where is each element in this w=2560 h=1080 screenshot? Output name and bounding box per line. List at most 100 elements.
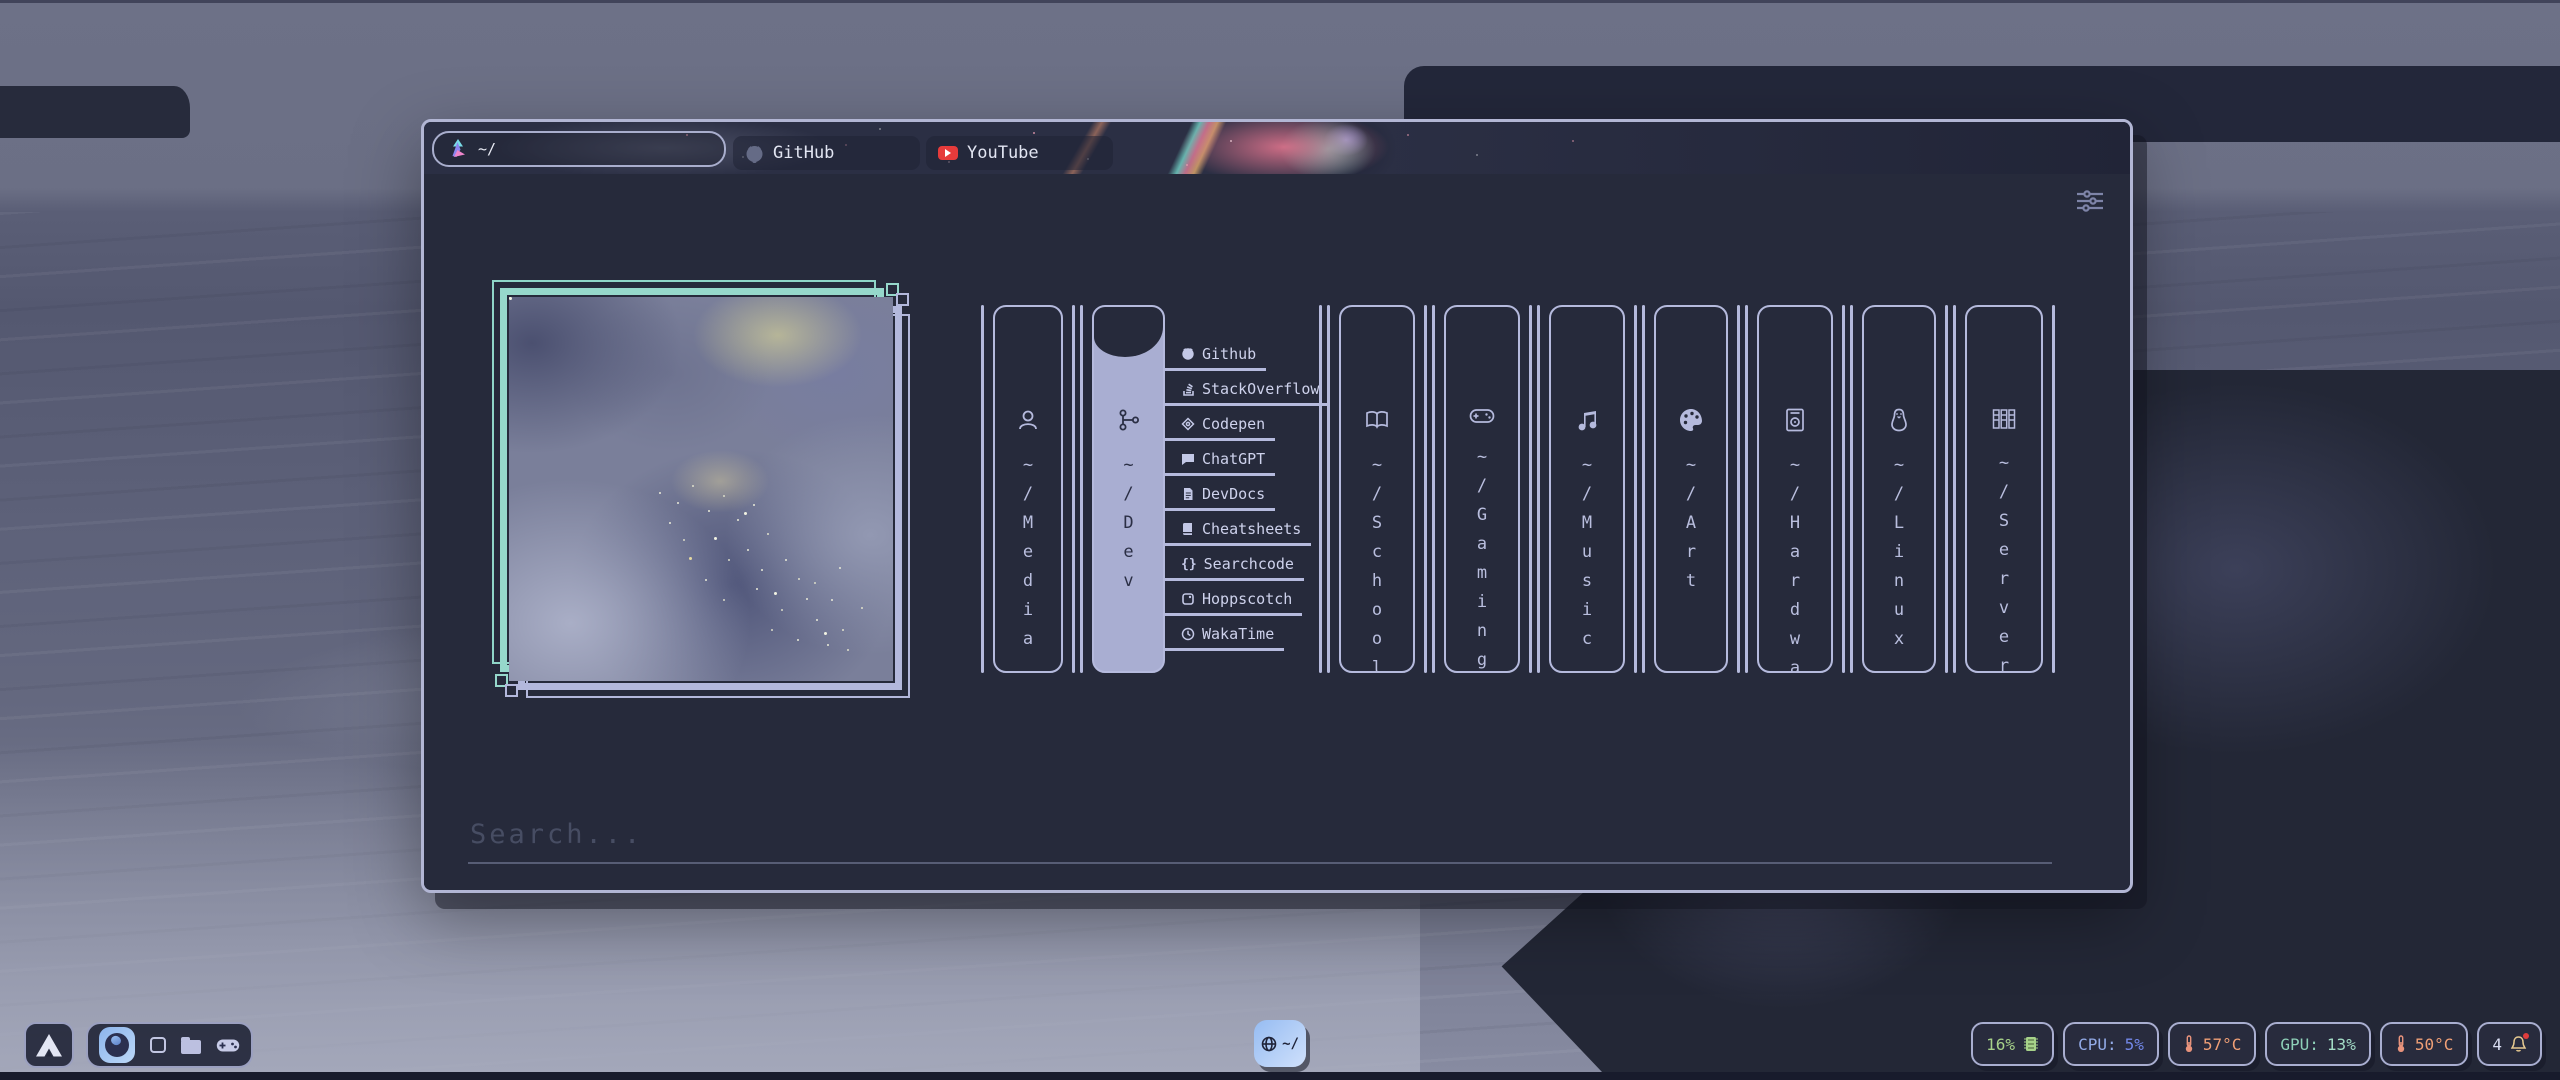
- link-cheatsheets[interactable]: Cheatsheets: [1165, 520, 1311, 546]
- tab-bar: ~/ GitHub YouTube: [424, 122, 2130, 174]
- shelf-divider: [1072, 305, 1083, 673]
- music-note-icon: [1574, 407, 1600, 437]
- penguin-icon: [1886, 407, 1912, 437]
- screen-bottom-edge: [0, 1072, 2560, 1080]
- thermometer-icon: [2395, 1035, 2407, 1053]
- globe-icon: [1261, 1036, 1277, 1052]
- taskbar-active-app[interactable]: ~/: [1254, 1020, 1306, 1067]
- memory-widget[interactable]: 16%: [1971, 1022, 2054, 1066]
- notification-dot: [2523, 1033, 2529, 1039]
- horizon-rock-left: [0, 86, 190, 138]
- link-label: Hoppscotch: [1202, 590, 1292, 608]
- palette-icon: [1678, 407, 1704, 437]
- book-label: ~/Media: [1018, 455, 1038, 658]
- book-art[interactable]: ~/Art: [1654, 305, 1728, 673]
- shelf-divider: [1945, 305, 1956, 673]
- book-dev[interactable]: ~/Dev: [1092, 305, 1165, 673]
- cpu-widget[interactable]: CPU: 5%: [2063, 1022, 2159, 1066]
- gpu-widget[interactable]: GPU: 13%: [2265, 1022, 2370, 1066]
- book-label: ~/School: [1367, 455, 1387, 673]
- gamepad-icon: [1469, 407, 1495, 429]
- book-label: ~/Dev: [1119, 455, 1139, 600]
- link-hoppscotch[interactable]: Hoppscotch: [1165, 590, 1302, 616]
- link-label: Cheatsheets: [1202, 520, 1301, 538]
- github-tab-label: GitHub: [773, 143, 834, 163]
- shelf-divider: [1424, 305, 1435, 673]
- server-racks-icon: [1991, 407, 2017, 435]
- youtube-tab-label: YouTube: [967, 143, 1039, 163]
- document-icon: [1181, 487, 1195, 501]
- ram-chip-icon: [2023, 1035, 2039, 1053]
- active-app-label: ~/: [1282, 1036, 1299, 1052]
- notifications-widget[interactable]: 4: [2477, 1022, 2542, 1066]
- firefox-icon: [105, 1033, 129, 1057]
- dev-links: Github StackOverflow: [1165, 305, 1310, 673]
- bookshelf: ~/Media ~/Dev Github: [981, 305, 2055, 673]
- link-stackoverflow[interactable]: StackOverflow: [1165, 380, 1329, 406]
- git-branch-icon: [1116, 407, 1142, 437]
- dock-item-firefox[interactable]: [99, 1027, 135, 1063]
- search-input[interactable]: [468, 819, 2052, 864]
- link-chatgpt[interactable]: ChatGPT: [1165, 450, 1275, 476]
- arch-logo-icon: [36, 1034, 62, 1057]
- tab-youtube[interactable]: YouTube: [926, 136, 1113, 170]
- link-label: Github: [1202, 345, 1256, 363]
- book-hardware[interactable]: ~/Hardware: [1757, 305, 1833, 673]
- notification-count: 4: [2492, 1035, 2502, 1054]
- book-icon: [1181, 522, 1195, 536]
- codepen-icon: [1181, 417, 1195, 431]
- link-label: ChatGPT: [1202, 450, 1265, 468]
- shelf-divider: [1319, 305, 1330, 673]
- dock-item-files[interactable]: [181, 1040, 201, 1054]
- link-label: StackOverflow: [1202, 380, 1319, 398]
- tab-active-home[interactable]: ~/: [432, 131, 726, 167]
- shelf-divider: [1634, 305, 1645, 673]
- github-icon: [1181, 347, 1195, 361]
- link-wakatime[interactable]: WakaTime: [1165, 625, 1284, 651]
- youtube-icon: [938, 146, 958, 160]
- frame-corner-handle: [896, 293, 909, 306]
- book-school[interactable]: ~/School: [1339, 305, 1415, 673]
- book-label: ~/Hardware: [1785, 455, 1805, 673]
- book-dev-group: ~/Dev Github StackOv: [1092, 305, 1310, 673]
- browser-window: ~/ GitHub YouTube: [421, 119, 2133, 893]
- book-label: ~/Servers: [1994, 453, 2014, 673]
- dock-item-window[interactable]: [150, 1037, 166, 1053]
- link-searchcode[interactable]: {} Searchcode: [1165, 555, 1304, 581]
- chat-bubble-icon: [1181, 452, 1195, 466]
- shelf-divider: [1842, 305, 1853, 673]
- link-codepen[interactable]: Codepen: [1165, 415, 1275, 441]
- cpu-temp-widget[interactable]: 57°C: [2168, 1022, 2257, 1066]
- braces-icon: {}: [1181, 557, 1197, 572]
- tab-github[interactable]: GitHub: [733, 136, 920, 170]
- thermometer-icon: [2183, 1035, 2195, 1053]
- star-dots-large: [509, 297, 512, 300]
- shelf-divider: [981, 305, 984, 673]
- search-bar: [468, 819, 2052, 864]
- link-label: Codepen: [1202, 415, 1265, 433]
- bell-icon: [2510, 1035, 2527, 1053]
- book-gaming[interactable]: ~/Gaming: [1444, 305, 1520, 673]
- school-icon: [1364, 407, 1390, 437]
- dock-item-games[interactable]: [216, 1038, 240, 1053]
- media-person-icon: [1015, 407, 1041, 437]
- cpu-label: CPU:: [2078, 1035, 2117, 1054]
- system-tray: 16% CPU: 5% 57°C GPU: 13% 50°C 4: [1971, 1022, 2542, 1066]
- settings-sliders-icon[interactable]: [2076, 190, 2104, 216]
- book-music[interactable]: ~/Music: [1549, 305, 1625, 673]
- link-devdocs[interactable]: DevDocs: [1165, 485, 1275, 511]
- link-label: Searchcode: [1204, 555, 1294, 573]
- shelf-divider: [2052, 305, 2055, 673]
- shelf-divider: [1737, 305, 1748, 673]
- link-label: WakaTime: [1202, 625, 1274, 643]
- link-github[interactable]: Github: [1165, 345, 1266, 371]
- gpu-temp-widget[interactable]: 50°C: [2380, 1022, 2469, 1066]
- link-label: DevDocs: [1202, 485, 1265, 503]
- launcher-button[interactable]: [24, 1022, 74, 1068]
- book-servers[interactable]: ~/Servers: [1965, 305, 2043, 673]
- pc-case-icon: [1782, 407, 1808, 437]
- book-media[interactable]: ~/Media: [993, 305, 1063, 673]
- book-linux[interactable]: ~/Linux: [1862, 305, 1936, 673]
- cloud-painting: [509, 297, 893, 681]
- book-label: ~/Linux: [1889, 455, 1909, 658]
